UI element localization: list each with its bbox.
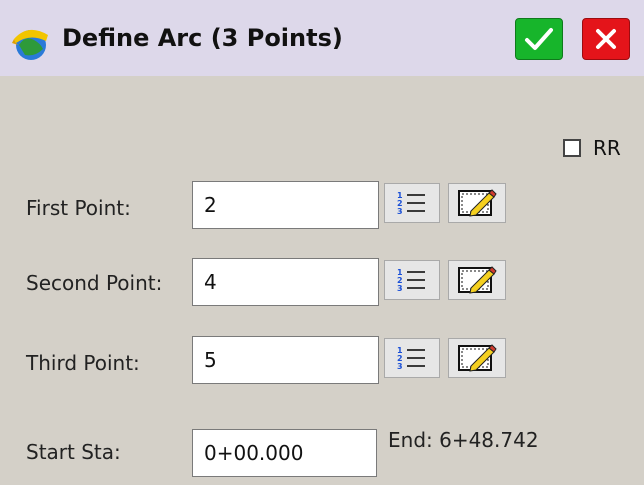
start-sta-label: Start Sta: — [26, 440, 121, 464]
first-point-map-button[interactable] — [448, 183, 506, 223]
title-bar: Define Arc (3 Points) — [0, 0, 644, 76]
first-point-label: First Point: — [26, 196, 131, 220]
first-point-input[interactable] — [192, 181, 379, 229]
checkmark-icon — [525, 28, 553, 50]
first-point-list-button[interactable]: 1 2 3 — [384, 183, 440, 223]
second-point-input[interactable] — [192, 258, 379, 306]
rr-checkbox-box[interactable] — [563, 139, 581, 157]
start-sta-input[interactable] — [192, 429, 377, 477]
end-station-text: End: 6+48.742 — [388, 428, 539, 452]
svg-text:3: 3 — [397, 362, 403, 371]
point-list-icon: 1 2 3 — [397, 268, 425, 293]
second-point-list-button[interactable]: 1 2 3 — [384, 260, 440, 300]
window-title: Define Arc (3 Points) — [62, 24, 343, 52]
third-point-list-button[interactable]: 1 2 3 — [384, 338, 440, 378]
close-icon — [596, 29, 616, 49]
third-point-input[interactable] — [192, 336, 379, 384]
second-point-label: Second Point: — [26, 271, 163, 295]
map-pick-icon — [458, 344, 497, 372]
map-pick-icon — [458, 189, 497, 217]
ok-button[interactable] — [515, 18, 563, 60]
third-point-map-button[interactable] — [448, 338, 506, 378]
map-pick-icon — [458, 266, 497, 294]
svg-text:3: 3 — [397, 207, 403, 216]
cancel-button[interactable] — [582, 18, 630, 60]
third-point-label: Third Point: — [26, 351, 140, 375]
svg-text:3: 3 — [397, 284, 403, 293]
point-list-icon: 1 2 3 — [397, 191, 425, 216]
app-icon — [12, 29, 48, 60]
rr-label: RR — [593, 136, 621, 160]
rr-checkbox[interactable]: RR — [563, 136, 621, 160]
point-list-icon: 1 2 3 — [397, 346, 425, 371]
second-point-map-button[interactable] — [448, 260, 506, 300]
